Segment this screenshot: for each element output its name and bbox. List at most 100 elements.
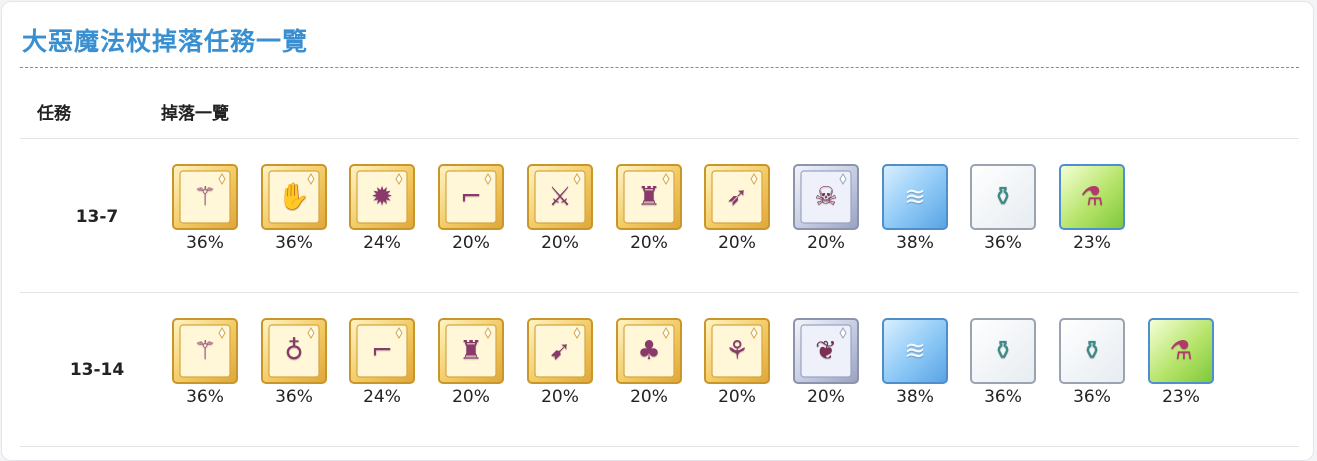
item-frame: ≋ (882, 318, 948, 384)
potion-icon: ⚗ (1169, 336, 1193, 366)
row-divider (20, 292, 1299, 293)
item-frame: ⚚ (172, 318, 238, 384)
spear-equipment-icon: ➶ (726, 182, 748, 212)
item-frame: ✋ (261, 164, 327, 230)
drop-item[interactable]: ⚱ 36% (970, 318, 1040, 408)
drop-rate: 20% (630, 233, 668, 253)
drop-item[interactable]: ≋ 38% (882, 164, 952, 254)
drop-item[interactable]: ⚘ 20% (704, 318, 774, 408)
drops-column-header: 掉落一覽 (161, 104, 229, 124)
boots-equipment-icon: ⌐ (371, 336, 393, 366)
skull-pendant-equipment-icon: ☠ (814, 182, 838, 212)
robe-equipment-icon: ♜ (637, 182, 661, 212)
drop-item[interactable]: ⚗ 23% (1059, 164, 1129, 254)
drop-rate: 36% (275, 233, 313, 253)
cloak-equipment-icon: ♜ (459, 336, 483, 366)
drop-rate: 20% (807, 233, 845, 253)
item-frame: ⚔ (527, 164, 593, 230)
staff-equipment-icon: ⚚ (193, 336, 217, 366)
drop-item[interactable]: ⚚ 36% (172, 318, 242, 408)
header-divider (20, 138, 1299, 139)
drop-rate: 20% (541, 387, 579, 407)
drop-item[interactable]: ⚱ 36% (970, 164, 1040, 254)
item-frame: ♜ (616, 164, 682, 230)
drop-item[interactable]: ✋ 36% (261, 164, 331, 254)
drop-rate: 24% (363, 387, 401, 407)
item-frame: ⚘ (704, 318, 770, 384)
drop-rate: 36% (1073, 387, 1111, 407)
page-title: 大惡魔法杖掉落任務一覽 (22, 27, 309, 56)
boots-equipment-icon: ⌐ (460, 182, 482, 212)
quest-column-header: 任務 (37, 104, 71, 124)
gauntlet-equipment-icon: ✋ (277, 182, 311, 212)
drop-rate: 20% (718, 387, 756, 407)
potion-icon: ⚗ (1080, 182, 1104, 212)
item-frame: ⚱ (970, 318, 1036, 384)
quest-label[interactable]: 13-14 (22, 360, 172, 380)
ticket-icon: ≋ (904, 182, 926, 212)
pouch-equipment-icon: ♁ (284, 336, 304, 366)
drop-item[interactable]: ❦ 20% (793, 318, 863, 408)
drop-rate: 20% (807, 387, 845, 407)
item-frame: ♁ (261, 318, 327, 384)
item-frame: ⚱ (1059, 318, 1125, 384)
drop-rate: 20% (630, 387, 668, 407)
drop-rate: 20% (452, 233, 490, 253)
drop-rate: 23% (1162, 387, 1200, 407)
drop-rate: 36% (984, 387, 1022, 407)
drop-item[interactable]: ☠ 20% (793, 164, 863, 254)
drop-rate: 20% (718, 233, 756, 253)
gold-pot-icon: ⚱ (992, 182, 1014, 212)
ticket-icon: ≋ (904, 336, 926, 366)
title-divider (20, 67, 1299, 68)
item-frame: ⚚ (172, 164, 238, 230)
drop-item[interactable]: ⚚ 36% (172, 164, 242, 254)
drop-rate: 20% (452, 387, 490, 407)
item-frame: ➹ (527, 318, 593, 384)
drop-rate: 24% (363, 233, 401, 253)
item-frame: ≋ (882, 164, 948, 230)
drop-item[interactable]: ➶ 20% (704, 164, 774, 254)
drop-item[interactable]: ➹ 20% (527, 318, 597, 408)
drop-item[interactable]: ♣ 20% (616, 318, 686, 408)
drop-item[interactable]: ⚗ 23% (1148, 318, 1218, 408)
item-frame: ♣ (616, 318, 682, 384)
item-frame: ☠ (793, 164, 859, 230)
drop-item[interactable]: ♁ 36% (261, 318, 331, 408)
drop-rate: 36% (275, 387, 313, 407)
drop-rate: 20% (541, 233, 579, 253)
item-frame: ⚱ (970, 164, 1036, 230)
drop-item[interactable]: ≋ 38% (882, 318, 952, 408)
item-frame: ⌐ (349, 318, 415, 384)
drop-item[interactable]: ♜ 20% (616, 164, 686, 254)
drop-item[interactable]: ♜ 20% (438, 318, 508, 408)
drop-rate: 23% (1073, 233, 1111, 253)
item-frame: ✹ (349, 164, 415, 230)
drop-rate: 38% (896, 233, 934, 253)
drop-item[interactable]: ⌐ 20% (438, 164, 508, 254)
sword-equipment-icon: ⚔ (548, 182, 572, 212)
wand-equipment-icon: ⚘ (725, 336, 749, 366)
drop-rate: 38% (896, 387, 934, 407)
staff-equipment-icon: ⚚ (193, 182, 217, 212)
item-frame: ➶ (704, 164, 770, 230)
drop-item[interactable]: ⚱ 36% (1059, 318, 1129, 408)
item-frame: ⌐ (438, 164, 504, 230)
drop-item[interactable]: ⚔ 20% (527, 164, 597, 254)
gold-pot-icon: ⚱ (992, 336, 1014, 366)
gold-pot-icon: ⚱ (1081, 336, 1103, 366)
drop-item[interactable]: ✹ 24% (349, 164, 419, 254)
drop-rate: 36% (984, 233, 1022, 253)
drop-rate: 36% (186, 387, 224, 407)
item-frame: ⚗ (1059, 164, 1125, 230)
dress-equipment-icon: ♣ (637, 336, 661, 366)
quest-label[interactable]: 13-7 (22, 207, 172, 227)
laurel-necklace-equipment-icon: ❦ (815, 336, 837, 366)
drop-item[interactable]: ⌐ 24% (349, 318, 419, 408)
bow-equipment-icon: ➹ (549, 336, 571, 366)
amulet-equipment-icon: ✹ (371, 182, 393, 212)
item-frame: ❦ (793, 318, 859, 384)
drop-rate: 36% (186, 233, 224, 253)
item-frame: ⚗ (1148, 318, 1214, 384)
item-frame: ♜ (438, 318, 504, 384)
